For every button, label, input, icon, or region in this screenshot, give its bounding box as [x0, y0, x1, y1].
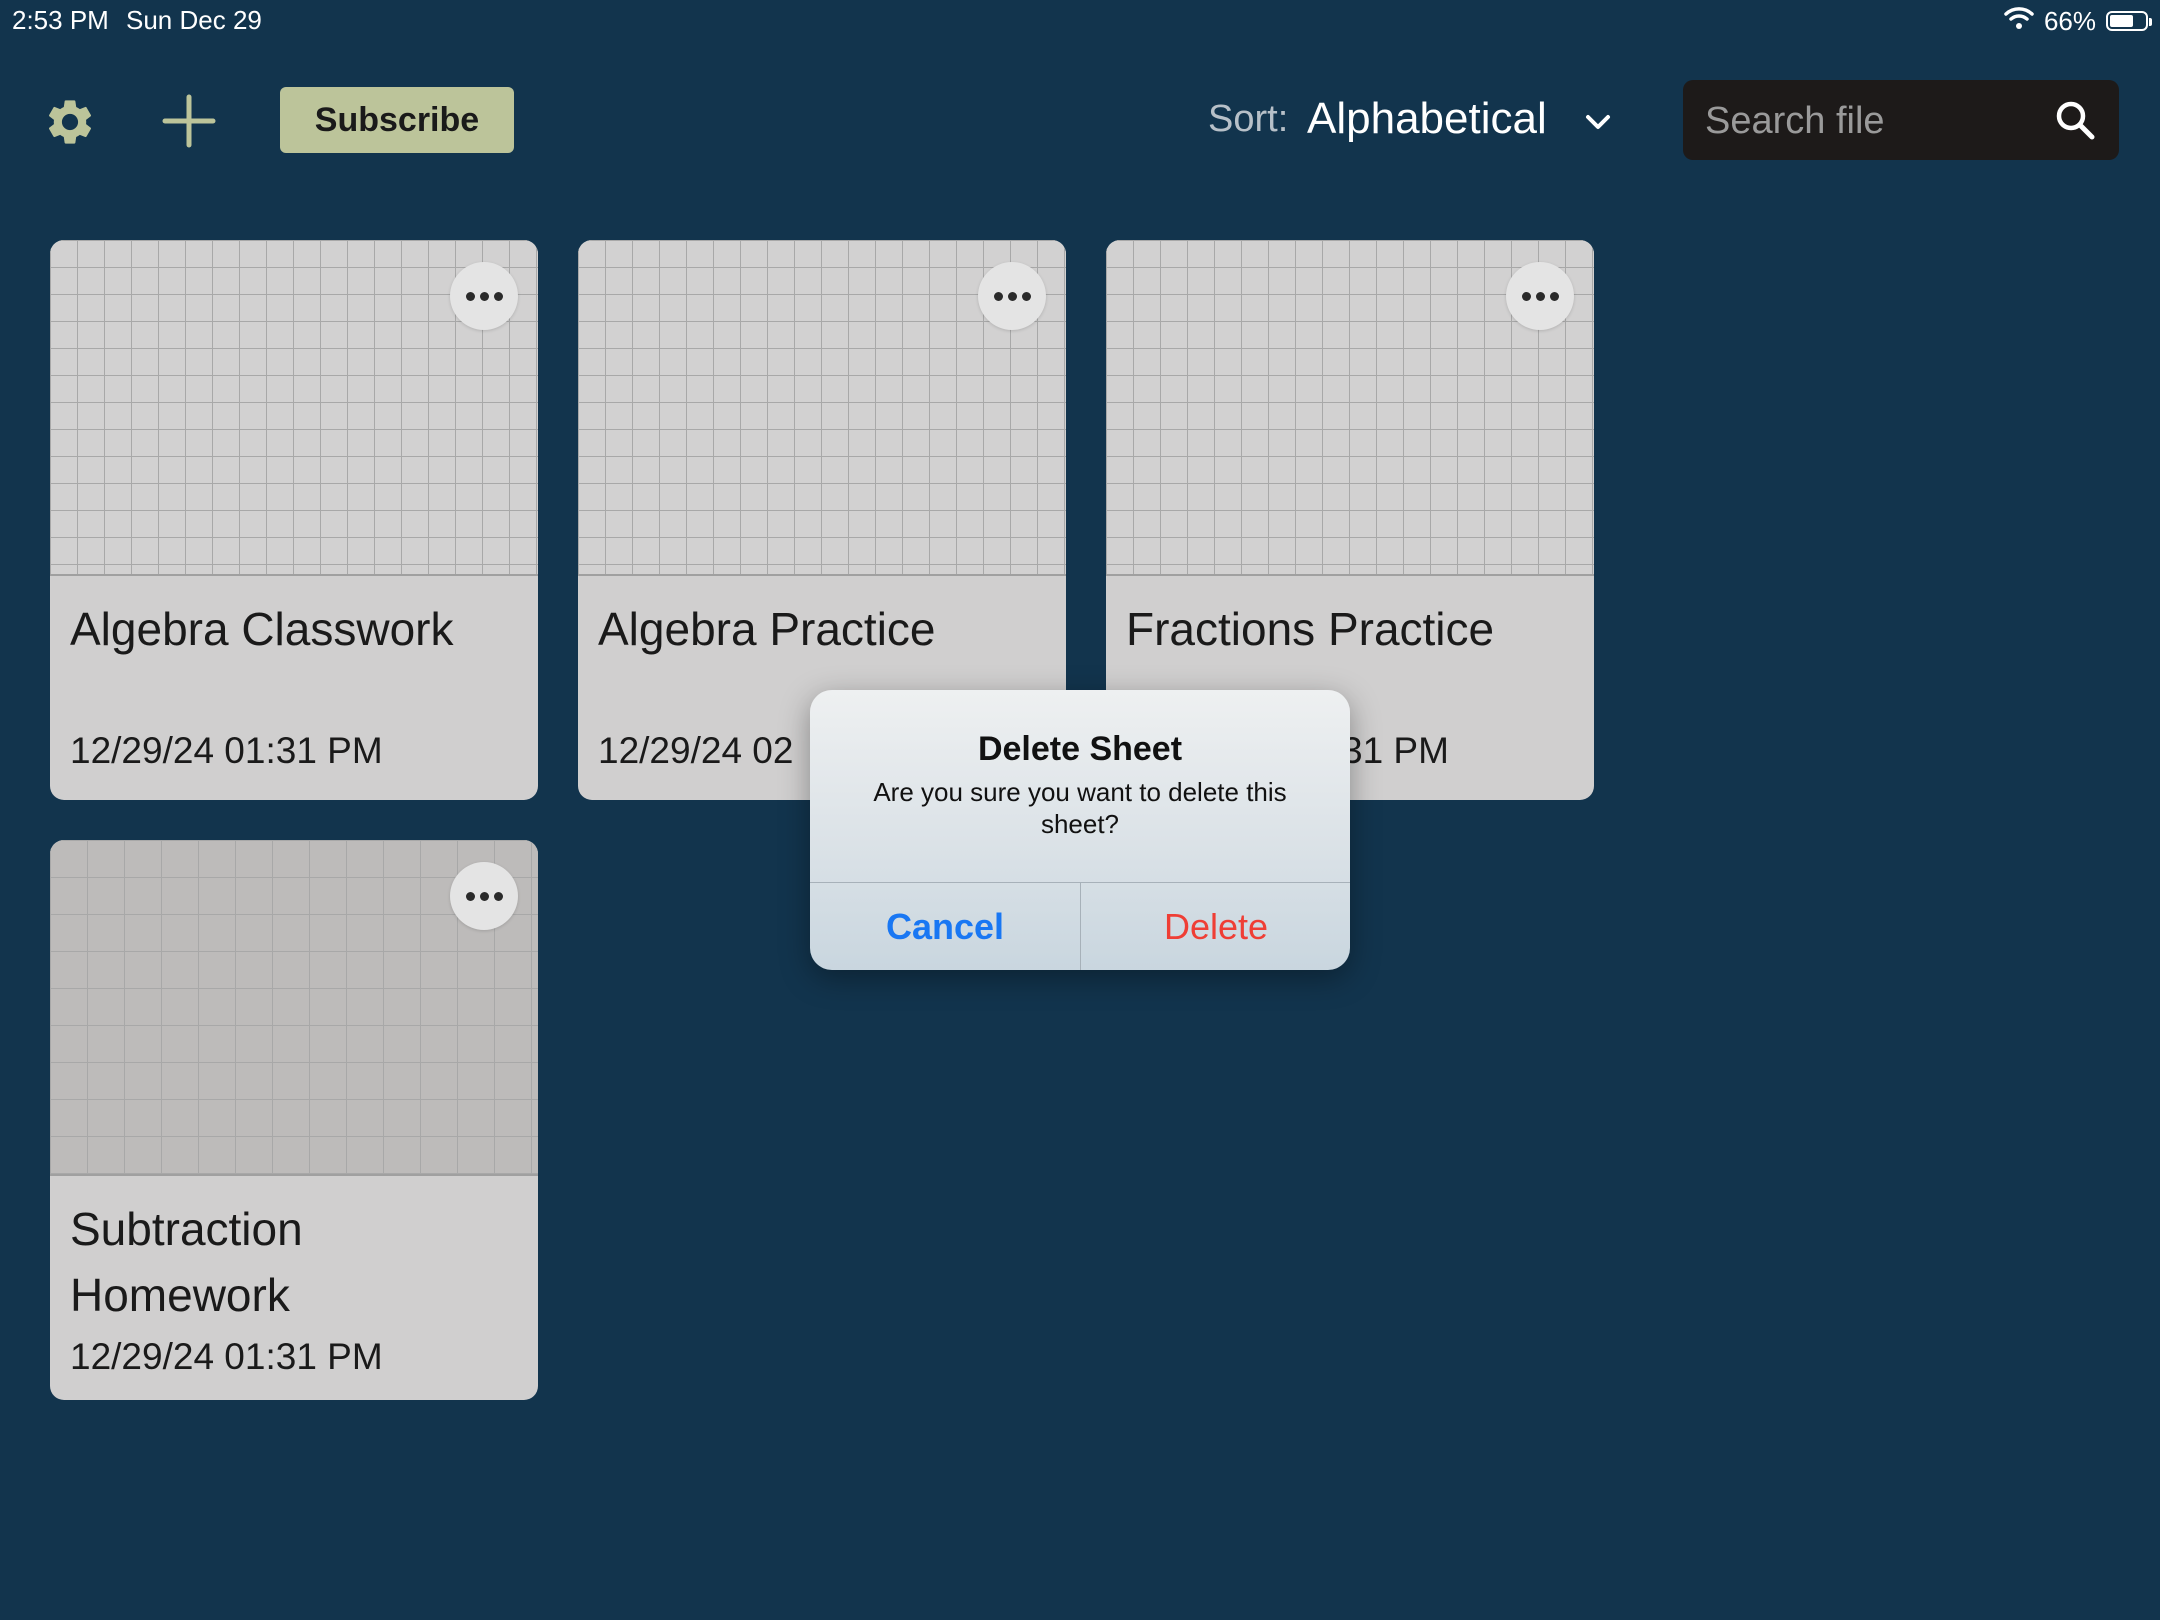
subscribe-button[interactable]: Subscribe [280, 87, 514, 153]
status-date: Sun Dec 29 [126, 5, 262, 35]
dialog-message: Are you sure you want to delete this she… [873, 777, 1287, 839]
sheet-title: Algebra Practice [598, 603, 936, 655]
sheet-date: 12/29/24 01:31 PM [70, 1336, 383, 1377]
search-box [1683, 80, 2119, 160]
status-right: 66% [2004, 5, 2152, 37]
sheet-card[interactable]: Algebra Classwork 12/29/24 01:31 PM [50, 240, 538, 800]
wifi-icon [2004, 6, 2034, 37]
more-options-button[interactable] [450, 862, 518, 930]
more-options-button[interactable] [450, 262, 518, 330]
more-options-button[interactable] [1506, 262, 1574, 330]
sheet-title: Algebra Classwork [70, 603, 454, 655]
status-bar: 2:53 PM Sun Dec 29 66% [0, 0, 2160, 44]
search-icon[interactable] [2053, 98, 2097, 142]
more-horizontal-icon [465, 291, 475, 301]
add-sheet-button[interactable] [158, 92, 220, 154]
more-horizontal-icon [1521, 291, 1531, 301]
sort-label: Sort: [1208, 98, 1289, 140]
more-horizontal-icon [465, 891, 475, 901]
status-time: 2:53 PM [12, 5, 109, 35]
sheet-title: Fractions Practice [1126, 603, 1495, 655]
sheet-date: 12/29/24 02 [598, 730, 794, 771]
battery-percent: 66% [2043, 5, 2096, 36]
chevron-down-icon[interactable] [1582, 106, 1614, 138]
gear-icon [43, 95, 97, 154]
sheet-card[interactable]: Subtraction Homework 12/29/24 01:31 PM [50, 840, 538, 1400]
sheet-date: 12/29/24 01:31 PM [70, 730, 383, 771]
more-options-button[interactable] [978, 262, 1046, 330]
battery-icon [2106, 11, 2152, 31]
sheet-date: 31 PM [1342, 730, 1449, 771]
settings-button[interactable] [40, 94, 100, 154]
delete-sheet-dialog: Delete Sheet Are you sure you want to de… [810, 690, 1350, 970]
more-horizontal-icon [993, 291, 1003, 301]
delete-button[interactable]: Delete [1081, 883, 1350, 970]
search-input[interactable] [1703, 90, 2047, 152]
sort-dropdown[interactable]: Alphabetical [1307, 94, 1547, 144]
sheet-title: Subtraction Homework [70, 1203, 303, 1321]
dialog-title: Delete Sheet [977, 730, 1183, 768]
plus-icon [161, 93, 217, 154]
cancel-button[interactable]: Cancel [810, 883, 1080, 970]
